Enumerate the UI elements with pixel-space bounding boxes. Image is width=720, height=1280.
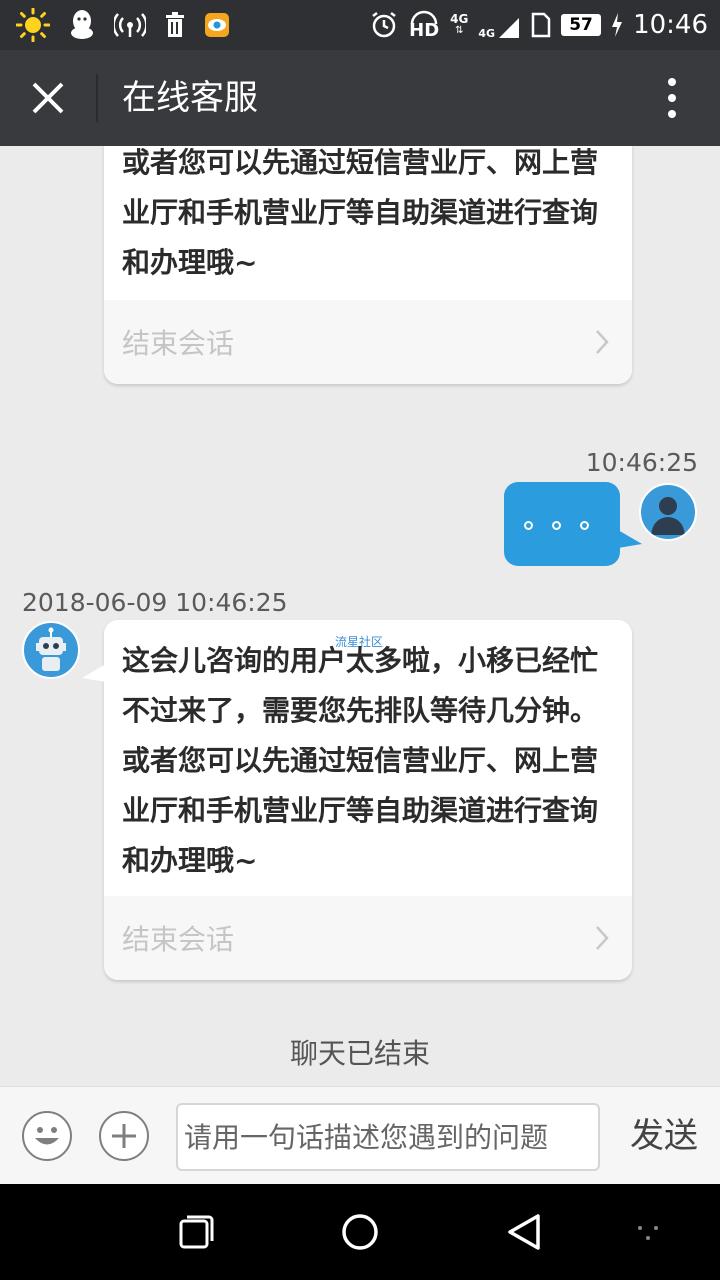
agent-message-text: 或者您可以先通过短信营业厅、网上营业厅和手机营业厅等自助渠道进行查询和办理哦~: [122, 146, 599, 279]
ellipsis-dot: [524, 521, 533, 530]
hd-icon: HD: [408, 10, 440, 41]
chevron-right-icon: [596, 926, 609, 950]
navigation-bar: [0, 1184, 720, 1280]
more-vertical-icon: [668, 78, 676, 118]
chat-ended-notice: 聊天已结束: [289, 1037, 430, 1070]
message-timestamp: 2018-06-09 10:46:25: [22, 588, 288, 617]
back-button[interactable]: [500, 1208, 548, 1256]
user-avatar[interactable]: [639, 483, 697, 541]
app-icon: [204, 10, 230, 40]
chat-area[interactable]: 或者您可以先通过短信营业厅、网上营业厅和手机营业厅等自助渠道进行查询和办理哦~ …: [0, 146, 720, 1086]
bubble-tail-icon: [618, 530, 642, 548]
agent-message-bubble: 或者您可以先通过短信营业厅、网上营业厅和手机营业厅等自助渠道进行查询和办理哦~ …: [104, 146, 632, 384]
close-button[interactable]: [26, 76, 70, 120]
message-timestamp: 10:46:25: [585, 448, 698, 477]
more-options-button[interactable]: [662, 76, 682, 120]
trash-icon: [164, 10, 186, 40]
chevron-right-icon: [596, 330, 609, 354]
watermark-text: 流星社区: [335, 635, 384, 649]
signal-icon: 4G: [478, 10, 521, 40]
ellipsis-dot: [552, 521, 561, 530]
status-time: 10:46: [633, 10, 708, 40]
4g-label: 4G: [450, 12, 469, 26]
home-button[interactable]: [336, 1208, 384, 1256]
sim-icon: [531, 10, 551, 40]
user-message-bubble: [504, 482, 642, 566]
input-bar: 发送: [0, 1086, 720, 1185]
charging-icon: [611, 10, 623, 40]
qq-icon: [68, 10, 96, 40]
add-attachment-button[interactable]: [99, 1111, 149, 1161]
emoji-button[interactable]: [22, 1111, 72, 1161]
hotspot-icon: [114, 10, 146, 40]
menu-dots-button[interactable]: [624, 1208, 672, 1256]
end-session-button[interactable]: 结束会话: [104, 300, 632, 384]
bubble-tail-icon: [82, 664, 106, 682]
title-bar: 在线客服: [0, 50, 720, 146]
close-icon: [32, 82, 64, 114]
message-input[interactable]: [176, 1103, 600, 1171]
title-divider: [96, 74, 98, 122]
recent-apps-button[interactable]: [172, 1208, 220, 1256]
4g-arrows: ⇅: [455, 25, 464, 36]
status-bar: HD 4G ⇅ 4G 57 10:46: [0, 0, 720, 50]
agent-message-bubble: 这会儿咨询的用户太多啦，小移已经忙不过来了，需要您先排队等待几分钟。或者您可以先…: [82, 620, 632, 980]
robot-icon: [36, 627, 66, 671]
recent-apps-icon: [179, 1215, 214, 1249]
sun-icon: [16, 8, 50, 42]
end-session-label: 结束会话: [122, 327, 235, 360]
status-right-icons: HD 4G ⇅ 4G 57 10:46: [370, 8, 708, 42]
home-icon: [342, 1214, 378, 1250]
plus-icon: [112, 1124, 136, 1148]
smiley-icon: [35, 1127, 59, 1145]
page-title: 在线客服: [122, 78, 258, 118]
robot-avatar[interactable]: [22, 621, 80, 679]
battery-indicator: 57: [561, 14, 602, 36]
end-session-label: 结束会话: [122, 923, 235, 956]
4g-label-2: 4G: [478, 27, 496, 40]
ellipsis-dot: [580, 521, 589, 530]
dots-icon: [638, 1226, 658, 1240]
end-session-button[interactable]: 结束会话: [104, 896, 632, 980]
back-triangle-icon: [508, 1214, 540, 1250]
send-button[interactable]: 发送: [630, 1113, 698, 1159]
user-silhouette-icon: [651, 497, 685, 535]
status-left-icons: [16, 8, 230, 42]
alarm-icon: [370, 10, 398, 40]
agent-message-text: 这会儿咨询的用户太多啦，小移已经忙不过来了，需要您先排队等待几分钟。或者您可以先…: [122, 644, 599, 877]
4g-icon: 4G ⇅: [450, 10, 468, 40]
